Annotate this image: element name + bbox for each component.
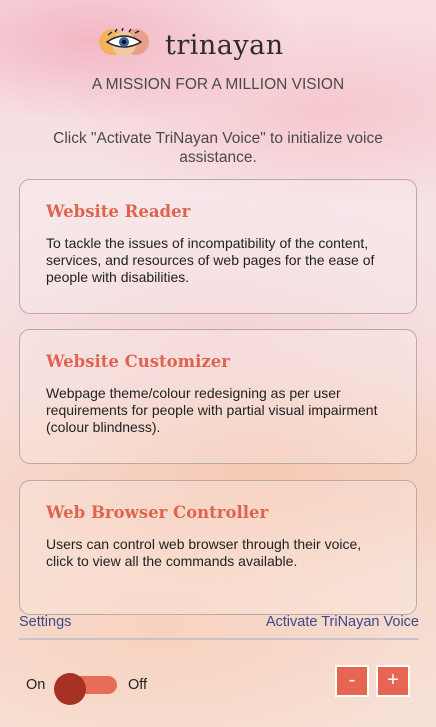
card-title: Website Reader (46, 202, 191, 221)
toggle-off-label: Off (128, 677, 148, 693)
website-customizer-card[interactable]: Website Customizer Webpage theme/colour … (19, 329, 417, 464)
settings-link[interactable]: Settings (19, 614, 71, 630)
zoom-out-button[interactable]: - (335, 665, 369, 697)
card-title: Website Customizer (46, 352, 230, 371)
instruction-text: Click "Activate TriNayan Voice" to initi… (53, 130, 383, 166)
card-title: Web Browser Controller (46, 503, 269, 522)
card-description: Users can control web browser through th… (46, 536, 362, 569)
divider (19, 638, 419, 640)
activate-voice-link[interactable]: Activate TriNayan Voice (266, 614, 419, 630)
voice-toggle[interactable] (54, 673, 117, 705)
toggle-on-label: On (26, 677, 46, 693)
toggle-knob[interactable] (54, 673, 86, 705)
zoom-in-button[interactable]: + (376, 665, 410, 697)
footer-links: Settings Activate TriNayan Voice (19, 614, 419, 634)
card-description: To tackle the issues of incompatibility … (46, 235, 375, 285)
brand-name: trinayan (165, 30, 284, 61)
tagline: A MISSION FOR A MILLION VISION (91, 76, 345, 93)
header: trinayan (0, 18, 436, 68)
web-browser-controller-card[interactable]: Web Browser Controller Users can control… (19, 480, 417, 615)
card-description: Webpage theme/colour redesigning as per … (46, 385, 378, 435)
eye-logo-icon (99, 27, 149, 56)
website-reader-card[interactable]: Website Reader To tackle the issues of i… (19, 179, 417, 314)
